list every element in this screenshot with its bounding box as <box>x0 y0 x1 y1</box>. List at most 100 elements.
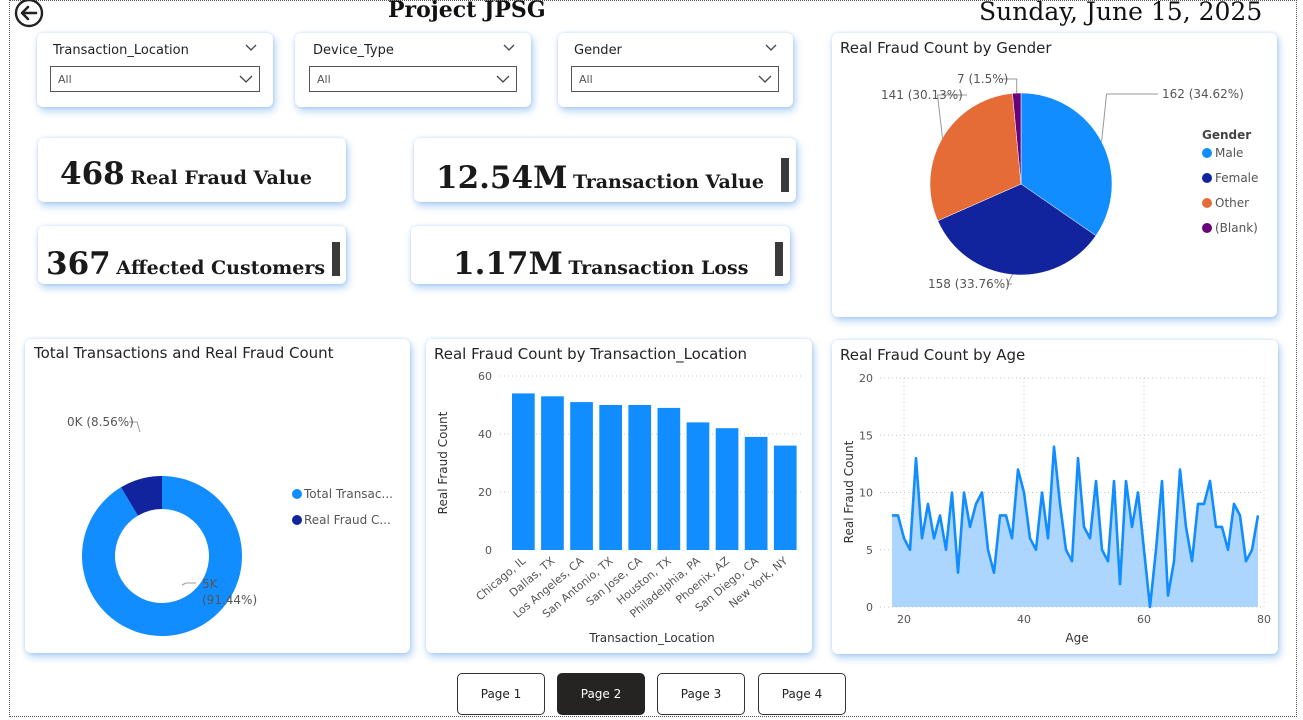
y-tick-label: 60 <box>478 370 492 383</box>
y-tick-label: 0 <box>485 544 492 557</box>
y-axis-title: Real Fraud Count <box>436 411 450 514</box>
legend-item: Other <box>1215 196 1249 210</box>
bar <box>744 436 768 550</box>
slicer-transaction-location: Transaction_Location All <box>37 33 273 107</box>
y-tick-label: 0 <box>866 601 873 614</box>
legend-item: Real Fraud C... <box>304 513 391 527</box>
legend-item: Total Transac... <box>303 487 393 501</box>
bar <box>773 445 797 550</box>
slicer-dropdown[interactable]: All <box>309 66 517 92</box>
kpi-affected-customers: 367 Affected Customers <box>46 246 325 282</box>
kpi-value: 367 <box>46 246 111 282</box>
kpi-label: Affected Customers <box>116 257 326 279</box>
y-tick-label: 20 <box>478 486 492 499</box>
bar <box>657 407 681 550</box>
bar <box>512 393 535 550</box>
y-axis-title: Real Fraud Count <box>842 440 856 543</box>
report-date: Sunday, June 15, 2025 <box>979 0 1263 26</box>
pie-data-label: 158 (33.76%) <box>928 277 1010 291</box>
kpi-indicator-bar <box>781 158 789 192</box>
kpi-indicator-bar <box>332 242 340 276</box>
legend-marker <box>1202 173 1212 183</box>
donut-leader-line <box>181 582 196 586</box>
bar-chart: 0204060Chicago, ILDallas, TXLos Angeles,… <box>436 370 801 645</box>
legend-item: Male <box>1215 146 1243 160</box>
chevron-down-icon <box>758 75 772 83</box>
bar <box>686 422 710 550</box>
pie-leader-line <box>1101 93 1158 142</box>
legend-item: Female <box>1215 171 1258 185</box>
kpi-value: 1.17M <box>453 246 563 282</box>
donut-data-label: (91.44%) <box>202 593 257 607</box>
x-axis-title: Transaction_Location <box>588 631 714 645</box>
legend-title: Gender <box>1202 128 1251 142</box>
legend-marker <box>292 489 302 499</box>
y-tick-label: 5 <box>866 544 873 557</box>
kpi-indicator-bar <box>775 242 783 276</box>
slicer-value: All <box>579 73 593 86</box>
y-tick-label: 20 <box>859 372 873 385</box>
x-axis-title: Age <box>1065 631 1088 645</box>
kpi-transaction-value: 12.54M Transaction Value <box>436 160 764 196</box>
bar <box>541 396 564 550</box>
legend-marker <box>1202 148 1212 158</box>
x-tick-label: 60 <box>1137 613 1151 626</box>
chart-card-total-transactions: Total Transactions and Real Fraud Count … <box>25 339 410 653</box>
page-1-button[interactable]: Page 1 <box>457 673 545 715</box>
bar <box>715 428 739 550</box>
kpi-value: 12.54M <box>436 160 568 196</box>
legend-marker <box>1202 198 1212 208</box>
legend-marker <box>1202 223 1212 233</box>
chart-card-fraud-by-age: Real Fraud Count by Age 0 5 10 15 20 20 40 60 80… <box>832 340 1278 654</box>
kpi-card-transaction-loss: 1.17M Transaction Loss <box>411 226 790 284</box>
page-4-button[interactable]: Page 4 <box>758 673 846 715</box>
slicer-label: Transaction_Location <box>53 43 189 58</box>
page-3-button[interactable]: Page 3 <box>657 673 745 715</box>
x-tick-label: 40 <box>1017 613 1031 626</box>
slicer-label: Gender <box>574 43 622 58</box>
area-chart: 0 5 10 15 20 20 40 60 80 Age Real Fraud Count <box>842 372 1271 645</box>
kpi-card-affected-customers: 367 Affected Customers <box>38 226 346 284</box>
x-tick-label: 20 <box>897 613 911 626</box>
donut-data-label: 5K <box>202 577 219 591</box>
pie-data-label: 162 (34.62%) <box>1162 87 1244 101</box>
chevron-down-icon <box>496 75 510 83</box>
kpi-label: Transaction Loss <box>568 257 749 279</box>
chevron-down-icon[interactable] <box>245 44 257 52</box>
pie-chart: 162 (34.62%) 158 (33.76%) 141 (30.13%) 7 (1… <box>881 72 1258 291</box>
chart-card-fraud-by-location: Real Fraud Count by Transaction_Location… <box>426 339 812 653</box>
donut-data-label: 0K (8.56%) <box>67 415 134 429</box>
y-tick-label: 10 <box>859 487 873 500</box>
page-title: Project JPSG <box>388 0 546 23</box>
kpi-transaction-loss: 1.17M Transaction Loss <box>453 246 748 282</box>
slicer-dropdown[interactable]: All <box>50 66 260 92</box>
bar <box>628 405 652 550</box>
bar <box>599 405 622 550</box>
chart-card-fraud-by-gender: Real Fraud Count by Gender 162 (34.62%) 1… <box>832 33 1277 317</box>
chevron-down-icon[interactable] <box>765 44 777 52</box>
donut-chart: 5K (91.44%) 0K (8.56%) Total Transac... Real… <box>67 415 393 636</box>
kpi-label: Transaction Value <box>572 171 764 193</box>
pie-data-label: 141 (30.13%) <box>881 88 963 102</box>
slicer-value: All <box>317 73 331 86</box>
kpi-label: Real Fraud Value <box>130 167 312 189</box>
kpi-value: 468 <box>60 156 125 192</box>
slicer-label: Device_Type <box>313 43 394 58</box>
chevron-down-icon <box>239 75 253 83</box>
slicer-device-type: Device_Type All <box>295 33 531 107</box>
y-tick-label: 15 <box>859 429 873 442</box>
x-tick-label: 80 <box>1257 613 1271 626</box>
bar <box>570 402 593 550</box>
slicer-gender: Gender All <box>558 33 793 107</box>
y-tick-label: 40 <box>478 428 492 441</box>
slicer-value: All <box>58 73 72 86</box>
pie-data-label: 7 (1.5%) <box>957 72 1008 86</box>
legend-marker <box>292 515 302 525</box>
slicer-dropdown[interactable]: All <box>571 66 779 92</box>
back-arrow-icon[interactable] <box>14 0 44 28</box>
chevron-down-icon[interactable] <box>503 44 515 52</box>
kpi-real-fraud: 468 Real Fraud Value <box>60 156 312 192</box>
kpi-card-real-fraud: 468 Real Fraud Value <box>38 138 346 202</box>
page-2-button[interactable]: Page 2 <box>557 673 645 715</box>
kpi-card-transaction-value: 12.54M Transaction Value <box>414 138 796 202</box>
